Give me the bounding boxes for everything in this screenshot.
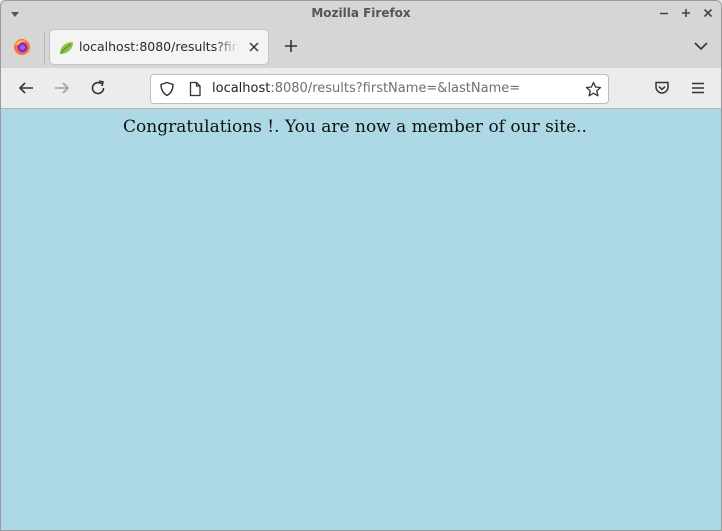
url-host: localhost bbox=[212, 81, 271, 96]
maximize-icon[interactable] bbox=[679, 6, 693, 20]
back-icon[interactable] bbox=[17, 79, 35, 97]
forward-icon[interactable] bbox=[53, 79, 71, 97]
url-bar[interactable]: localhost:8080/results?firstName=&lastNa… bbox=[150, 74, 609, 104]
tab-separator bbox=[44, 31, 45, 65]
close-icon[interactable] bbox=[701, 6, 715, 20]
url-text[interactable]: localhost:8080/results?firstName=&lastNa… bbox=[212, 81, 520, 96]
tab-list-icon[interactable] bbox=[693, 40, 709, 52]
shield-icon[interactable] bbox=[159, 81, 175, 97]
firefox-logo-icon[interactable] bbox=[13, 38, 31, 56]
star-icon[interactable] bbox=[585, 81, 602, 98]
window-title: Mozilla Firefox bbox=[311, 6, 411, 20]
tab-close-icon[interactable] bbox=[248, 41, 260, 53]
page-icon[interactable] bbox=[188, 81, 202, 97]
tab-active[interactable]: localhost:8080/results?firstName=&lastNa… bbox=[49, 29, 269, 65]
browser-window: Mozilla Firefox localhost:8080/results?f… bbox=[0, 0, 722, 531]
spring-leaf-icon bbox=[58, 40, 74, 56]
url-path: :8080/results?firstName=&lastName= bbox=[270, 81, 521, 96]
tab-label: localhost:8080/results?firstName=&lastNa… bbox=[79, 39, 239, 54]
title-bar: Mozilla Firefox bbox=[1, 1, 721, 27]
page-content: Congratulations !. You are now a member … bbox=[1, 109, 721, 530]
minimize-icon[interactable] bbox=[657, 6, 671, 20]
reload-icon[interactable] bbox=[89, 79, 107, 97]
tab-strip: localhost:8080/results?firstName=&lastNa… bbox=[1, 27, 721, 68]
new-tab-icon[interactable] bbox=[283, 38, 299, 54]
hamburger-menu-icon[interactable] bbox=[689, 79, 707, 97]
confirmation-message: Congratulations !. You are now a member … bbox=[123, 117, 587, 137]
pocket-icon[interactable] bbox=[653, 79, 671, 97]
navigation-bar: localhost:8080/results?firstName=&lastNa… bbox=[1, 68, 721, 109]
